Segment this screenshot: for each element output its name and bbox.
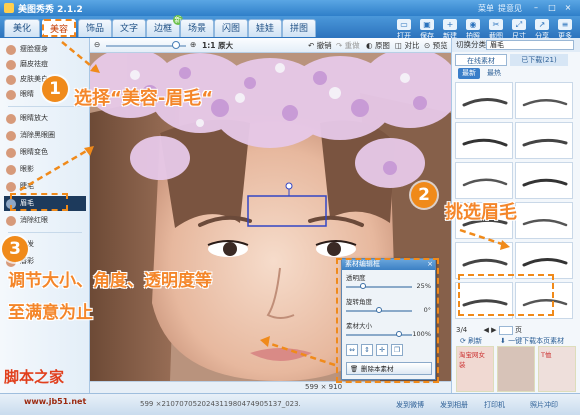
step-3-text-line1: 调节大小、角度、透明度等 [8, 271, 212, 291]
step-3-badge: 3 [2, 236, 28, 262]
post-album-button[interactable]: 发到相册 [440, 400, 468, 410]
file-name: 599 ×210707052024311980474905137_023. [140, 400, 301, 408]
site-watermark: 脚本之家 [4, 368, 65, 386]
post-weibo-button[interactable]: 发到微博 [396, 400, 424, 410]
step-3-text-line2: 至满意为止 [8, 303, 93, 323]
photo-print-button[interactable]: 照片冲印 [530, 400, 558, 410]
site-watermark-url: www.jb51.net [24, 397, 87, 406]
bottom-bar: 599 ×210707052024311980474905137_023. 发到… [0, 393, 580, 415]
step-2-text: 挑选眉毛 [445, 202, 517, 223]
print-button[interactable]: 打印机 [484, 400, 505, 410]
step-2-badge: 2 [411, 182, 437, 208]
step-1-text: 选择“美容-眉毛“ [74, 88, 214, 109]
step-1-badge: 1 [42, 76, 68, 102]
